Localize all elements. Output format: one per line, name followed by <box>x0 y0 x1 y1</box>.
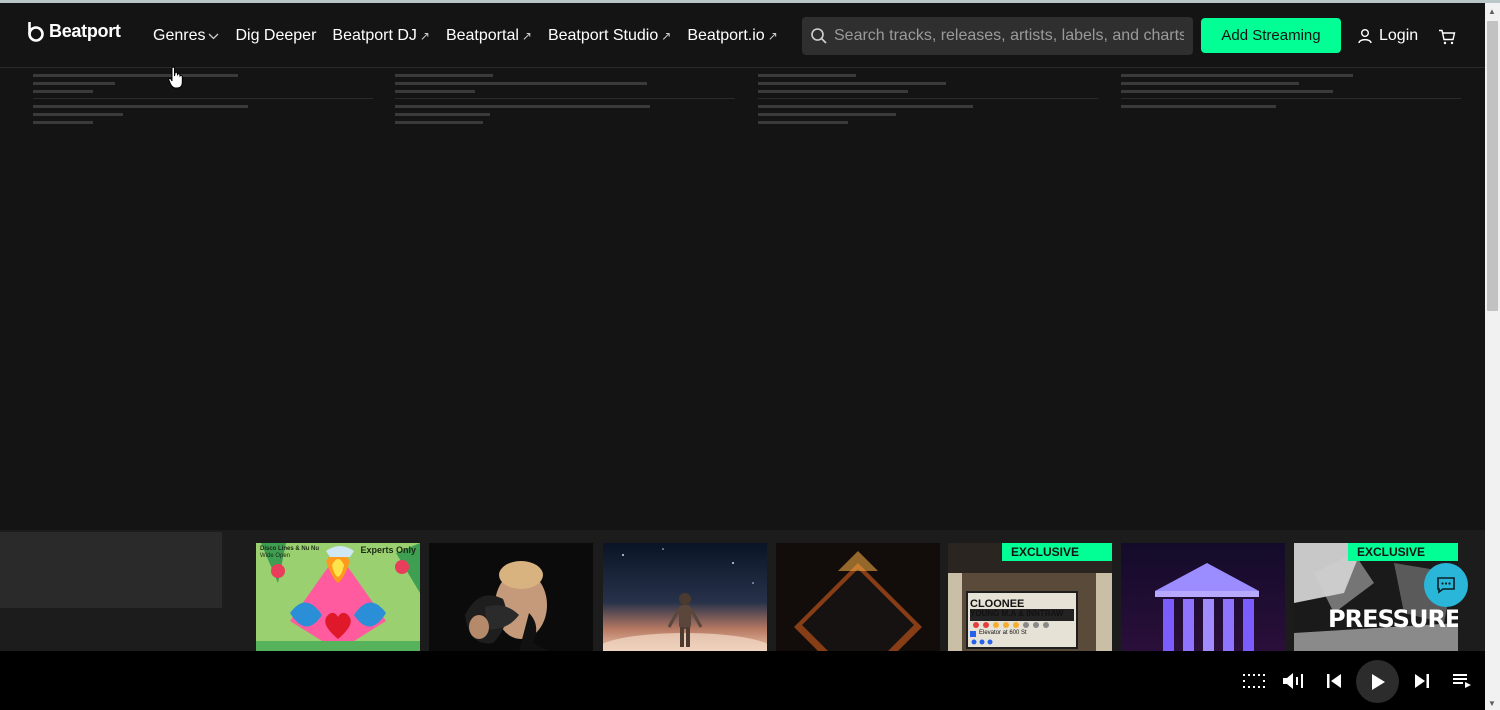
chat-support-button[interactable] <box>1424 563 1468 607</box>
release-card-5[interactable]: CLOONEE YOUNG M.A & INNTRAW Elevator at … <box>948 543 1112 651</box>
waveform-toggle-button[interactable] <box>1242 651 1266 710</box>
genre-column-1 <box>33 74 373 129</box>
skip-next-icon <box>1415 673 1429 688</box>
skip-previous-icon <box>1327 673 1341 688</box>
scroll-down-arrow-icon[interactable]: ▼ <box>1488 699 1496 708</box>
add-streaming-button[interactable]: Add Streaming <box>1201 18 1341 53</box>
release-card-5-artist: YOUNG M.A & INNTRAW <box>970 609 1064 618</box>
previous-track-button[interactable] <box>1325 651 1343 710</box>
queue-button[interactable] <box>1451 651 1473 710</box>
release-card-1-label: Experts Only <box>360 545 416 555</box>
new-releases-strip: Disco Lines & Nu Nu Wide Open Experts On… <box>0 530 1485 651</box>
exclusive-badge: EXCLUSIVE <box>1348 543 1458 561</box>
scroll-up-arrow-icon[interactable]: ▲ <box>1488 7 1496 16</box>
nav-beatport-dj-label: Beatport DJ <box>332 27 417 44</box>
release-card-2[interactable] <box>429 543 593 651</box>
release-artwork <box>603 543 767 651</box>
nav-beatportal[interactable]: Beatportal ↗ <box>446 27 532 45</box>
nav-beatport-io[interactable]: Beatport.io ↗ <box>687 27 777 45</box>
logo-text: Beatport <box>49 20 121 41</box>
search-input[interactable] <box>832 26 1186 46</box>
genre-column-3 <box>758 74 1098 129</box>
user-icon <box>1358 29 1372 44</box>
release-artwork <box>776 543 940 651</box>
nav-beatportal-label: Beatportal <box>445 27 519 44</box>
cart-icon <box>1439 29 1456 45</box>
nav-dig-deeper-label: Dig Deeper <box>235 27 317 44</box>
exclusive-badge: EXCLUSIVE <box>1002 543 1112 561</box>
release-card-6[interactable] <box>1121 543 1285 651</box>
nav-beatport-io-label: Beatport.io <box>687 27 765 44</box>
release-artwork <box>429 543 593 651</box>
genre-column-4 <box>1121 74 1461 113</box>
release-card-4[interactable] <box>776 543 940 651</box>
beatport-logo-icon <box>28 22 44 42</box>
cart-button[interactable] <box>1438 29 1456 50</box>
external-arrow-icon: ↗ <box>521 29 532 43</box>
genre-column-2 <box>395 74 735 129</box>
release-artwork <box>1121 543 1285 651</box>
search-icon <box>811 28 827 44</box>
external-arrow-icon: ↗ <box>661 29 672 43</box>
nav-beatport-dj[interactable]: Beatport DJ ↗ <box>332 27 430 45</box>
release-card-7-title: PRESSURE <box>1328 605 1458 633</box>
search-bar[interactable] <box>802 17 1193 55</box>
scrollbar-thumb[interactable] <box>1487 21 1498 311</box>
strip-placeholder <box>0 532 222 608</box>
main-nav: Genres Dig Deeper Beatport DJ ↗ Beatport… <box>153 27 778 45</box>
nav-dig-deeper[interactable]: Dig Deeper <box>235 27 316 45</box>
site-header: Beatport Genres Dig Deeper Beatport DJ ↗… <box>0 3 1485 68</box>
page-scrollbar[interactable]: ▲ ▼ <box>1485 3 1500 710</box>
genres-dropdown-panel <box>3 68 1485 530</box>
chevron-down-icon <box>209 33 219 40</box>
nav-beatport-studio[interactable]: Beatport Studio ↗ <box>548 27 671 45</box>
player-bar <box>0 651 1485 710</box>
release-card-3[interactable] <box>603 543 767 651</box>
chat-icon <box>1437 577 1455 594</box>
release-card-1-artist: Disco Lines & Nu Nu <box>260 546 320 552</box>
external-arrow-icon: ↗ <box>419 29 430 43</box>
play-button[interactable] <box>1356 660 1399 703</box>
play-icon <box>1371 673 1385 690</box>
queue-list-icon <box>1453 673 1471 688</box>
volume-icon <box>1283 672 1303 689</box>
next-track-button[interactable] <box>1413 651 1431 710</box>
external-arrow-icon: ↗ <box>767 29 778 43</box>
release-card-1-title: Wide Open <box>260 553 291 559</box>
release-card-5-label: Elevator at 600 St <box>979 630 1027 636</box>
login-label: Login <box>1379 27 1419 44</box>
nav-genres[interactable]: Genres <box>153 27 219 45</box>
release-artwork <box>256 543 420 651</box>
beatport-logo[interactable]: Beatport <box>25 19 121 43</box>
hand-cursor-icon <box>168 66 183 89</box>
nav-beatport-studio-label: Beatport Studio <box>547 27 659 44</box>
volume-button[interactable] <box>1281 651 1307 710</box>
login-button[interactable]: Login <box>1357 27 1418 45</box>
waveform-icon <box>1243 673 1265 688</box>
release-card-1[interactable]: Disco Lines & Nu Nu Wide Open Experts On… <box>256 543 420 651</box>
nav-genres-label: Genres <box>153 27 206 44</box>
